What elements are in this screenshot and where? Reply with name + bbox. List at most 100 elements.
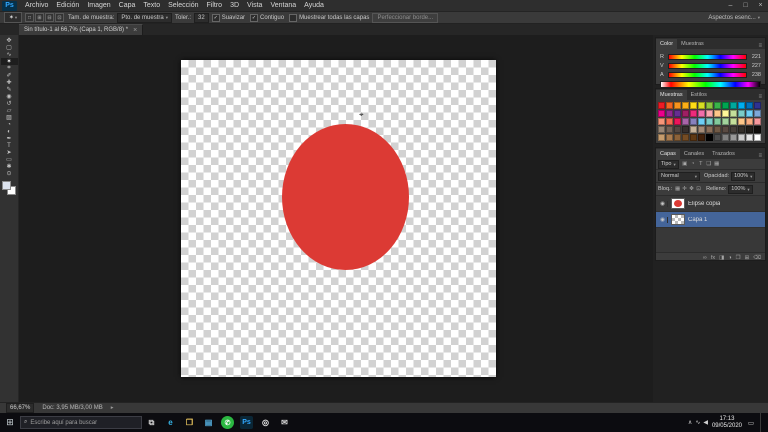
contiguous-checkbox[interactable]: ✓Contiguo	[250, 14, 284, 22]
menu-item[interactable]: 3D	[226, 2, 243, 9]
swatch[interactable]	[746, 118, 753, 125]
fill-dropdown[interactable]: 100% ▾	[728, 185, 752, 194]
store-icon[interactable]: ▤	[199, 413, 218, 432]
layers-panel-menu-icon[interactable]: ≡	[758, 153, 765, 159]
swatch[interactable]	[674, 118, 681, 125]
layers-panel-tab[interactable]: Trazados	[708, 149, 739, 159]
layer-effects-icon[interactable]: fx	[711, 255, 715, 261]
swatch[interactable]	[754, 102, 761, 109]
filter-adjustment-layers-icon[interactable]: ◔	[689, 161, 697, 167]
menu-item[interactable]: Vista	[243, 2, 266, 9]
intersect-selection-icon[interactable]: ⊡	[55, 13, 64, 22]
new-layer-icon[interactable]: ⊞	[745, 255, 750, 261]
menu-item[interactable]: Capa	[115, 2, 140, 9]
layers-panel-tab[interactable]: Capas	[656, 149, 680, 159]
swatch[interactable]	[698, 110, 705, 117]
swatch[interactable]	[714, 110, 721, 117]
color-panel-tab[interactable]: Color	[656, 39, 677, 49]
swatch[interactable]	[714, 118, 721, 125]
swatch[interactable]	[674, 102, 681, 109]
healing-brush-tool[interactable]: ✚	[1, 79, 18, 86]
zoom-tool[interactable]: ⊙	[1, 170, 18, 177]
swatch[interactable]	[730, 110, 737, 117]
taskbar-clock[interactable]: 17:13 09/05/2020	[712, 416, 742, 430]
network-icon[interactable]: ∿	[695, 419, 700, 426]
swatch[interactable]	[722, 102, 729, 109]
swatch[interactable]	[754, 118, 761, 125]
swatch[interactable]	[690, 118, 697, 125]
brush-tool[interactable]: ✎	[1, 86, 18, 93]
sample-all-layers-checkbox[interactable]: Muestrear todas las capas	[289, 14, 369, 22]
filter-smart-objects-icon[interactable]: ▦	[713, 161, 721, 167]
maximize-button[interactable]: □	[738, 2, 753, 9]
file-explorer-icon[interactable]: ❐	[180, 413, 199, 432]
menu-item[interactable]: Texto	[139, 2, 164, 9]
swatch[interactable]	[698, 134, 705, 141]
swatch[interactable]	[706, 126, 713, 133]
type-tool[interactable]: T	[1, 142, 18, 149]
lock-transparency-icon[interactable]: ▦	[674, 186, 681, 192]
visibility-eye-icon[interactable]: ◉	[658, 201, 668, 207]
color-panel-tab[interactable]: Muestras	[677, 39, 708, 49]
swatch[interactable]	[722, 118, 729, 125]
dodge-tool[interactable]: ◐	[1, 128, 18, 135]
menu-item[interactable]: Ayuda	[300, 2, 328, 9]
channel-slider[interactable]	[668, 54, 747, 60]
swatches-panel-tab[interactable]: Estilos	[687, 90, 711, 100]
swatch[interactable]	[738, 134, 745, 141]
canvas[interactable]: ⌖	[181, 60, 496, 377]
notification-center-icon[interactable]: ▭	[746, 419, 756, 427]
magic-wand-tool[interactable]: ✶	[1, 58, 18, 65]
swatch[interactable]	[682, 118, 689, 125]
swatch[interactable]	[730, 102, 737, 109]
add-selection-icon[interactable]: ⊞	[35, 13, 44, 22]
move-tool[interactable]: ✥	[1, 37, 18, 44]
menu-item[interactable]: Selección	[164, 2, 202, 9]
start-button[interactable]: ⊞	[0, 413, 20, 432]
clone-stamp-tool[interactable]: ◉	[1, 93, 18, 100]
delete-layer-icon[interactable]: ⌫	[753, 255, 761, 261]
swatch[interactable]	[754, 110, 761, 117]
swatch[interactable]	[730, 126, 737, 133]
document-tab[interactable]: Sin título-1 al 66,7% (Capa 1, RGB/8) * …	[19, 24, 143, 35]
swatch[interactable]	[658, 102, 665, 109]
gradient-tool[interactable]: ▨	[1, 114, 18, 121]
swatch[interactable]	[658, 118, 665, 125]
sample-size-dropdown[interactable]: Pto. de muestra ▾	[117, 13, 172, 23]
taskbar-search-input[interactable]: ⌕ Escribe aquí para buscar	[20, 416, 142, 429]
close-button[interactable]: ×	[753, 2, 768, 9]
swatch[interactable]	[674, 110, 681, 117]
swatch[interactable]	[658, 134, 665, 141]
filter-type-layers-icon[interactable]: T	[697, 161, 705, 167]
swatch[interactable]	[690, 102, 697, 109]
swatch[interactable]	[682, 110, 689, 117]
menu-item[interactable]: Imagen	[83, 2, 114, 9]
visibility-eye-icon[interactable]: ◉	[658, 217, 668, 223]
subtract-selection-icon[interactable]: ⊟	[45, 13, 54, 22]
menu-item[interactable]: Ventana	[266, 2, 300, 9]
layer-filter-dropdown[interactable]: Tipo ▾	[658, 160, 679, 169]
swatch[interactable]	[746, 102, 753, 109]
swatch[interactable]	[730, 134, 737, 141]
swatches-panel-menu-icon[interactable]: ≡	[758, 94, 765, 100]
swatch[interactable]	[754, 134, 761, 141]
lock-pixels-icon[interactable]: ✛	[681, 186, 688, 192]
foreground-color-swatch[interactable]	[2, 181, 11, 190]
lasso-tool[interactable]: ∿	[1, 51, 18, 58]
channel-slider[interactable]	[668, 72, 747, 78]
tool-preset-picker[interactable]: ✶ ▾	[4, 12, 22, 23]
marquee-tool[interactable]: ▢	[1, 44, 18, 51]
swatch[interactable]	[706, 134, 713, 141]
zoom-level-field[interactable]: 66,67%	[6, 403, 34, 413]
new-group-icon[interactable]: ❒	[736, 255, 741, 261]
workspace-switcher[interactable]: Aspectos esenc... ▾	[708, 15, 760, 21]
photoshop-icon[interactable]: Ps	[237, 413, 256, 432]
swatch[interactable]	[738, 110, 745, 117]
swatch[interactable]	[698, 126, 705, 133]
swatch[interactable]	[714, 134, 721, 141]
swatch[interactable]	[746, 126, 753, 133]
swatch[interactable]	[698, 102, 705, 109]
menu-item[interactable]: Edición	[52, 2, 83, 9]
blur-tool[interactable]: ◔	[1, 121, 18, 128]
swatch[interactable]	[730, 118, 737, 125]
